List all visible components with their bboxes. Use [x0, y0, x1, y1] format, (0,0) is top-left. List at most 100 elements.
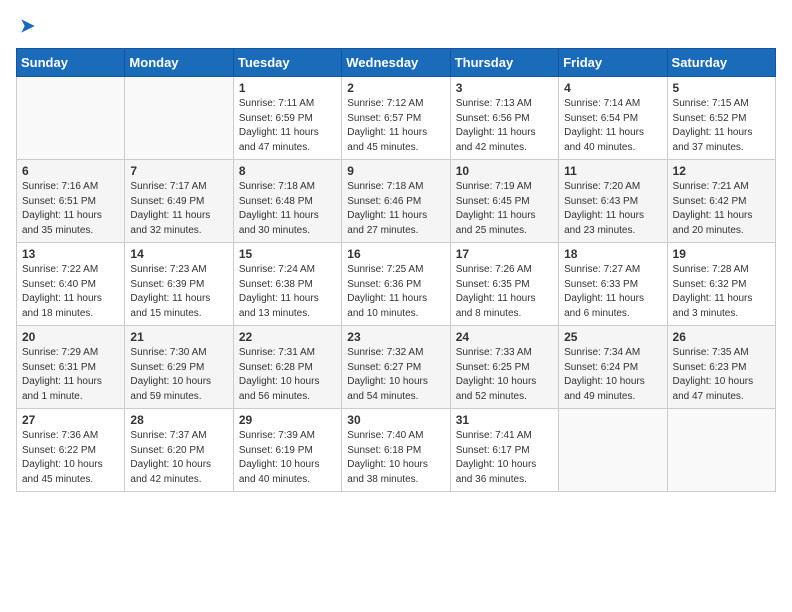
calendar-cell: 22Sunrise: 7:31 AM Sunset: 6:28 PM Dayli…: [233, 326, 341, 409]
calendar-cell: 23Sunrise: 7:32 AM Sunset: 6:27 PM Dayli…: [342, 326, 450, 409]
day-number: 14: [130, 247, 227, 261]
day-info: Sunrise: 7:33 AM Sunset: 6:25 PM Dayligh…: [456, 346, 553, 404]
calendar-cell: 4 Sunrise: 7:14 AM Sunset: 6:54 PM Daylig…: [559, 77, 667, 160]
day-number: 26: [673, 330, 770, 344]
day-number: 16: [347, 247, 444, 261]
calendar-cell: 15 Sunrise: 7:24 AM Sunset: 6:38 PM Dayli…: [233, 243, 341, 326]
day-number: 31: [456, 413, 553, 427]
calendar-cell: 12 Sunrise: 7:21 AM Sunset: 6:42 PM Dayli…: [667, 160, 775, 243]
day-number: 10: [456, 164, 553, 178]
calendar-cell: 10 Sunrise: 7:19 AM Sunset: 6:45 PM Dayli…: [450, 160, 558, 243]
day-number: 28: [130, 413, 227, 427]
day-number: 1: [239, 81, 336, 95]
calendar-cell: [667, 409, 775, 492]
day-info: Sunrise: 7:21 AM Sunset: 6:42 PM Dayligh…: [673, 180, 770, 238]
calendar-cell: 1 Sunrise: 7:11 AM Sunset: 6:59 PM Daylig…: [233, 77, 341, 160]
day-info: Sunrise: 7:12 AM Sunset: 6:57 PM Dayligh…: [347, 97, 444, 155]
day-number: 8: [239, 164, 336, 178]
calendar-week-row: 1 Sunrise: 7:11 AM Sunset: 6:59 PM Daylig…: [17, 77, 776, 160]
day-number: 19: [673, 247, 770, 261]
calendar-day-header: Wednesday: [342, 49, 450, 77]
day-info: Sunrise: 7:18 AM Sunset: 6:46 PM Dayligh…: [347, 180, 444, 238]
calendar-cell: 31 Sunrise: 7:41 AM Sunset: 6:17 PM Dayli…: [450, 409, 558, 492]
calendar-cell: 26Sunrise: 7:35 AM Sunset: 6:23 PM Dayli…: [667, 326, 775, 409]
calendar-cell: 2 Sunrise: 7:12 AM Sunset: 6:57 PM Daylig…: [342, 77, 450, 160]
day-number: 7: [130, 164, 227, 178]
logo: [16, 16, 38, 36]
day-info: Sunrise: 7:29 AM Sunset: 6:31 PM Dayligh…: [22, 346, 119, 404]
day-info: Sunrise: 7:41 AM Sunset: 6:17 PM Dayligh…: [456, 429, 553, 487]
day-number: 5: [673, 81, 770, 95]
calendar-cell: 16 Sunrise: 7:25 AM Sunset: 6:36 PM Dayli…: [342, 243, 450, 326]
day-info: Sunrise: 7:36 AM Sunset: 6:22 PM Dayligh…: [22, 429, 119, 487]
day-number: 15: [239, 247, 336, 261]
calendar-cell: 21 Sunrise: 7:30 AM Sunset: 6:29 PM Dayli…: [125, 326, 233, 409]
day-number: 12: [673, 164, 770, 178]
day-info: Sunrise: 7:32 AM Sunset: 6:27 PM Dayligh…: [347, 346, 444, 404]
calendar-cell: 9 Sunrise: 7:18 AM Sunset: 6:46 PM Daylig…: [342, 160, 450, 243]
day-info: Sunrise: 7:15 AM Sunset: 6:52 PM Dayligh…: [673, 97, 770, 155]
calendar-week-row: 20 Sunrise: 7:29 AM Sunset: 6:31 PM Dayli…: [17, 326, 776, 409]
calendar-week-row: 27Sunrise: 7:36 AM Sunset: 6:22 PM Dayli…: [17, 409, 776, 492]
day-info: Sunrise: 7:23 AM Sunset: 6:39 PM Dayligh…: [130, 263, 227, 321]
logo-arrow-icon: [18, 16, 38, 36]
day-info: Sunrise: 7:17 AM Sunset: 6:49 PM Dayligh…: [130, 180, 227, 238]
day-number: 17: [456, 247, 553, 261]
day-info: Sunrise: 7:34 AM Sunset: 6:24 PM Dayligh…: [564, 346, 661, 404]
calendar-cell: [559, 409, 667, 492]
day-number: 22: [239, 330, 336, 344]
calendar-cell: 3Sunrise: 7:13 AM Sunset: 6:56 PM Daylig…: [450, 77, 558, 160]
calendar-cell: 5 Sunrise: 7:15 AM Sunset: 6:52 PM Daylig…: [667, 77, 775, 160]
calendar-cell: 19Sunrise: 7:28 AM Sunset: 6:32 PM Dayli…: [667, 243, 775, 326]
day-number: 29: [239, 413, 336, 427]
day-info: Sunrise: 7:39 AM Sunset: 6:19 PM Dayligh…: [239, 429, 336, 487]
day-info: Sunrise: 7:30 AM Sunset: 6:29 PM Dayligh…: [130, 346, 227, 404]
day-info: Sunrise: 7:24 AM Sunset: 6:38 PM Dayligh…: [239, 263, 336, 321]
day-number: 30: [347, 413, 444, 427]
calendar-cell: 6 Sunrise: 7:16 AM Sunset: 6:51 PM Daylig…: [17, 160, 125, 243]
day-number: 11: [564, 164, 661, 178]
calendar-cell: 28 Sunrise: 7:37 AM Sunset: 6:20 PM Dayli…: [125, 409, 233, 492]
day-number: 21: [130, 330, 227, 344]
calendar-day-header: Tuesday: [233, 49, 341, 77]
calendar-cell: 25 Sunrise: 7:34 AM Sunset: 6:24 PM Dayli…: [559, 326, 667, 409]
calendar-week-row: 6 Sunrise: 7:16 AM Sunset: 6:51 PM Daylig…: [17, 160, 776, 243]
day-info: Sunrise: 7:19 AM Sunset: 6:45 PM Dayligh…: [456, 180, 553, 238]
calendar-cell: 27Sunrise: 7:36 AM Sunset: 6:22 PM Dayli…: [17, 409, 125, 492]
calendar-day-header: Saturday: [667, 49, 775, 77]
calendar-cell: 7 Sunrise: 7:17 AM Sunset: 6:49 PM Daylig…: [125, 160, 233, 243]
day-number: 6: [22, 164, 119, 178]
calendar-cell: 14 Sunrise: 7:23 AM Sunset: 6:39 PM Dayli…: [125, 243, 233, 326]
calendar-cell: 30 Sunrise: 7:40 AM Sunset: 6:18 PM Dayli…: [342, 409, 450, 492]
calendar-day-header: Thursday: [450, 49, 558, 77]
calendar-cell: 17 Sunrise: 7:26 AM Sunset: 6:35 PM Dayli…: [450, 243, 558, 326]
day-number: 20: [22, 330, 119, 344]
day-number: 4: [564, 81, 661, 95]
calendar-cell: 13 Sunrise: 7:22 AM Sunset: 6:40 PM Dayli…: [17, 243, 125, 326]
day-info: Sunrise: 7:11 AM Sunset: 6:59 PM Dayligh…: [239, 97, 336, 155]
day-number: 3: [456, 81, 553, 95]
day-number: 2: [347, 81, 444, 95]
page-header: [16, 16, 776, 36]
day-info: Sunrise: 7:18 AM Sunset: 6:48 PM Dayligh…: [239, 180, 336, 238]
calendar-cell: 20 Sunrise: 7:29 AM Sunset: 6:31 PM Dayli…: [17, 326, 125, 409]
day-info: Sunrise: 7:37 AM Sunset: 6:20 PM Dayligh…: [130, 429, 227, 487]
calendar-day-header: Friday: [559, 49, 667, 77]
day-info: Sunrise: 7:25 AM Sunset: 6:36 PM Dayligh…: [347, 263, 444, 321]
day-info: Sunrise: 7:40 AM Sunset: 6:18 PM Dayligh…: [347, 429, 444, 487]
calendar-cell: 8 Sunrise: 7:18 AM Sunset: 6:48 PM Daylig…: [233, 160, 341, 243]
calendar-cell: 11Sunrise: 7:20 AM Sunset: 6:43 PM Dayli…: [559, 160, 667, 243]
day-info: Sunrise: 7:14 AM Sunset: 6:54 PM Dayligh…: [564, 97, 661, 155]
calendar-cell: 29 Sunrise: 7:39 AM Sunset: 6:19 PM Dayli…: [233, 409, 341, 492]
calendar-cell: [125, 77, 233, 160]
calendar-cell: 18Sunrise: 7:27 AM Sunset: 6:33 PM Dayli…: [559, 243, 667, 326]
day-number: 9: [347, 164, 444, 178]
day-info: Sunrise: 7:16 AM Sunset: 6:51 PM Dayligh…: [22, 180, 119, 238]
calendar-day-header: Monday: [125, 49, 233, 77]
calendar-header-row: SundayMondayTuesdayWednesdayThursdayFrid…: [17, 49, 776, 77]
day-info: Sunrise: 7:26 AM Sunset: 6:35 PM Dayligh…: [456, 263, 553, 321]
day-info: Sunrise: 7:22 AM Sunset: 6:40 PM Dayligh…: [22, 263, 119, 321]
day-number: 25: [564, 330, 661, 344]
day-number: 13: [22, 247, 119, 261]
calendar-day-header: Sunday: [17, 49, 125, 77]
